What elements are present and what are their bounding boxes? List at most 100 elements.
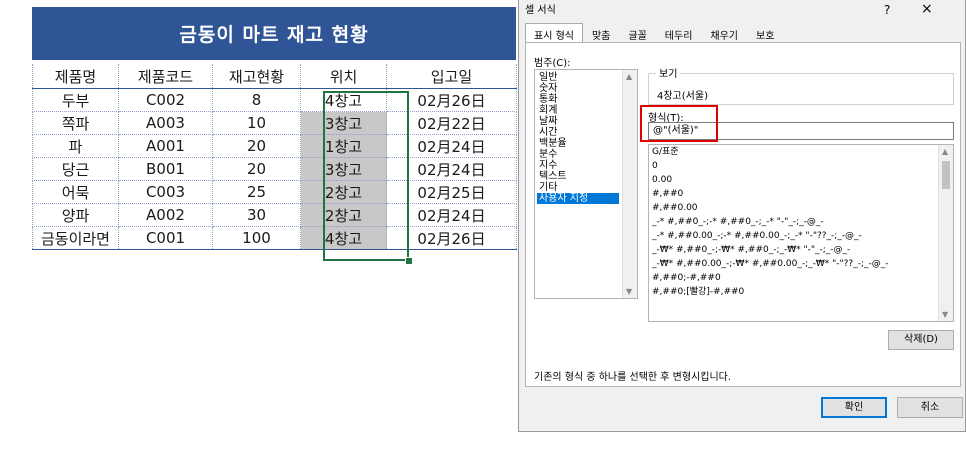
cell-product-code[interactable]: A003 bbox=[118, 111, 213, 135]
format-list-item[interactable]: G/표준 bbox=[652, 147, 679, 158]
ok-button[interactable]: 확인 bbox=[821, 397, 887, 418]
scroll-thumb[interactable] bbox=[942, 161, 950, 189]
header-location[interactable]: 위치 bbox=[300, 64, 387, 89]
cell-stock[interactable]: 25 bbox=[212, 180, 301, 204]
scroll-down-icon[interactable]: ▼ bbox=[626, 287, 632, 296]
category-item[interactable]: 백분율 bbox=[537, 138, 569, 149]
cell-date[interactable]: 02月22日 bbox=[386, 111, 517, 135]
format-cells-dialog: 셀 서식 ? × 표시 형식 맞춤 글꼴 테두리 채우기 보호 범주(C): ▲… bbox=[518, 0, 966, 432]
cell-stock[interactable]: 20 bbox=[212, 157, 301, 181]
category-list[interactable]: ▲ ▼ 일반 숫자 통화 회계 날짜 시간 백분율 분수 지수 텍스트 기타 사용자 지정 bbox=[534, 69, 638, 299]
cell-location[interactable]: 2창고 bbox=[300, 180, 387, 204]
cell-location[interactable]: 4창고 bbox=[300, 88, 387, 112]
format-list[interactable]: ▲ ▼ G/표준 0 0.00 #,##0 #,##0.00 _-* #,##0_-;-*… bbox=[648, 144, 954, 322]
tab-alignment[interactable]: 맞춤 bbox=[583, 23, 619, 44]
sample-label: 보기 bbox=[656, 65, 681, 80]
format-list-item[interactable]: _-₩* #,##0_-;-₩* #,##0_-;_-₩* "-"_-;_-@_… bbox=[652, 245, 850, 256]
scroll-down-icon[interactable]: ▼ bbox=[942, 310, 948, 319]
cell-product-name[interactable]: 어묵 bbox=[32, 180, 119, 204]
format-list-item[interactable]: #,##0 bbox=[652, 189, 683, 200]
sample-group: 4창고(서울) bbox=[648, 73, 954, 105]
category-item[interactable]: 회계 bbox=[537, 105, 559, 116]
cell-date[interactable]: 02月26日 bbox=[386, 88, 517, 112]
table-row: 두부 C002 8 4창고 02月26日 bbox=[32, 88, 517, 112]
category-item[interactable]: 날짜 bbox=[537, 116, 559, 127]
cell-location[interactable]: 2창고 bbox=[300, 203, 387, 227]
cell-product-code[interactable]: C003 bbox=[118, 180, 213, 204]
cell-product-name[interactable]: 두부 bbox=[32, 88, 119, 112]
cell-product-code[interactable]: C001 bbox=[118, 226, 213, 250]
cell-stock[interactable]: 10 bbox=[212, 111, 301, 135]
tab-border[interactable]: 테두리 bbox=[656, 23, 702, 44]
dialog-tabs: 표시 형식 맞춤 글꼴 테두리 채우기 보호 bbox=[525, 23, 783, 45]
category-item[interactable]: 기타 bbox=[537, 182, 559, 193]
format-list-item[interactable]: #,##0;[빨강]-#,##0 bbox=[652, 287, 744, 298]
number-format-panel: 범주(C): ▲ ▼ 일반 숫자 통화 회계 날짜 시간 백분율 분수 지수 텍스트 기타 사용자 지… bbox=[525, 42, 961, 387]
header-stock[interactable]: 재고현황 bbox=[212, 64, 301, 89]
cell-date[interactable]: 02月24日 bbox=[386, 134, 517, 158]
cell-product-name[interactable]: 양파 bbox=[32, 203, 119, 227]
header-date[interactable]: 입고일 bbox=[386, 64, 517, 89]
cell-location[interactable]: 3창고 bbox=[300, 157, 387, 181]
format-list-item[interactable]: 0 bbox=[652, 161, 658, 172]
category-item[interactable]: 지수 bbox=[537, 160, 559, 171]
sheet-title[interactable]: 금동이 마트 재고 현황 bbox=[32, 7, 516, 60]
cell-stock[interactable]: 20 bbox=[212, 134, 301, 158]
help-icon[interactable]: ? bbox=[884, 3, 890, 17]
cell-location[interactable]: 4창고 bbox=[300, 226, 387, 250]
cell-stock[interactable]: 100 bbox=[212, 226, 301, 250]
format-list-item[interactable]: _-* #,##0.00_-;-* #,##0.00_-;_-* "-"??_-… bbox=[652, 231, 862, 242]
cell-product-name[interactable]: 당근 bbox=[32, 157, 119, 181]
cell-date[interactable]: 02月26日 bbox=[386, 226, 517, 250]
cell-product-name[interactable]: 파 bbox=[32, 134, 119, 158]
table-row: 어묵 C003 25 2창고 02月25日 bbox=[32, 180, 517, 204]
table-row: 양파 A002 30 2창고 02月24日 bbox=[32, 203, 517, 227]
dialog-title: 셀 서식 bbox=[525, 5, 556, 16]
cell-product-code[interactable]: B001 bbox=[118, 157, 213, 181]
cell-date[interactable]: 02月25日 bbox=[386, 180, 517, 204]
cancel-button[interactable]: 취소 bbox=[897, 397, 963, 418]
scroll-up-icon[interactable]: ▲ bbox=[942, 147, 948, 156]
category-item[interactable]: 시간 bbox=[537, 127, 559, 138]
category-item[interactable]: 일반 bbox=[537, 72, 559, 83]
cell-stock[interactable]: 8 bbox=[212, 88, 301, 112]
cell-product-name[interactable]: 쪽파 bbox=[32, 111, 119, 135]
header-row: 제품명 제품코드 재고현황 위치 입고일 bbox=[32, 64, 517, 89]
format-list-item[interactable]: _-* #,##0_-;-* #,##0_-;_-* "-"_-;_-@_- bbox=[652, 217, 824, 228]
category-item[interactable]: 숫자 bbox=[537, 83, 559, 94]
scroll-up-icon[interactable]: ▲ bbox=[626, 72, 632, 81]
format-type-input[interactable]: @"(서울)" bbox=[648, 122, 954, 140]
inventory-table: 제품명 제품코드 재고현황 위치 입고일 두부 C002 8 4창고 02月26日 쪽파 A… bbox=[32, 64, 517, 250]
format-list-item[interactable]: 0.00 bbox=[652, 175, 672, 186]
fill-handle[interactable] bbox=[405, 257, 413, 265]
tab-protection[interactable]: 보호 bbox=[747, 23, 783, 44]
delete-button[interactable]: 삭제(D) bbox=[888, 330, 954, 350]
sample-value: 4창고(서울) bbox=[657, 91, 708, 102]
category-item[interactable]: 분수 bbox=[537, 149, 559, 160]
cell-date[interactable]: 02月24日 bbox=[386, 157, 517, 181]
table-row: 금동이라면 C001 100 4창고 02月26日 bbox=[32, 226, 517, 250]
category-item[interactable]: 통화 bbox=[537, 94, 559, 105]
category-scrollbar[interactable]: ▲ ▼ bbox=[622, 70, 637, 298]
cell-date[interactable]: 02月24日 bbox=[386, 203, 517, 227]
format-scrollbar[interactable]: ▲ ▼ bbox=[938, 145, 953, 321]
cell-location[interactable]: 3창고 bbox=[300, 111, 387, 135]
category-item[interactable]: 텍스트 bbox=[537, 171, 569, 182]
format-list-item[interactable]: _-₩* #,##0.00_-;-₩* #,##0.00_-;_-₩* "-"?… bbox=[652, 259, 888, 270]
format-list-item[interactable]: #,##0;-#,##0 bbox=[652, 273, 721, 284]
spreadsheet: 금동이 마트 재고 현황 제품명 제품코드 재고현황 위치 입고일 두부 C002… bbox=[32, 7, 517, 265]
cell-stock[interactable]: 30 bbox=[212, 203, 301, 227]
tab-font[interactable]: 글꼴 bbox=[619, 23, 655, 44]
format-list-item[interactable]: #,##0.00 bbox=[652, 203, 698, 214]
header-product-name[interactable]: 제품명 bbox=[32, 64, 119, 89]
tab-fill[interactable]: 채우기 bbox=[701, 23, 747, 44]
header-product-code[interactable]: 제품코드 bbox=[118, 64, 213, 89]
cell-product-code[interactable]: A002 bbox=[118, 203, 213, 227]
cell-product-name[interactable]: 금동이라면 bbox=[32, 226, 119, 250]
cell-product-code[interactable]: A001 bbox=[118, 134, 213, 158]
hint-text: 기존의 형식 중 하나를 선택한 후 변형시킵니다. bbox=[534, 372, 732, 383]
category-item[interactable]: 사용자 지정 bbox=[537, 193, 619, 204]
cell-product-code[interactable]: C002 bbox=[118, 88, 213, 112]
cell-location[interactable]: 1창고 bbox=[300, 134, 387, 158]
close-icon[interactable]: × bbox=[921, 1, 933, 17]
